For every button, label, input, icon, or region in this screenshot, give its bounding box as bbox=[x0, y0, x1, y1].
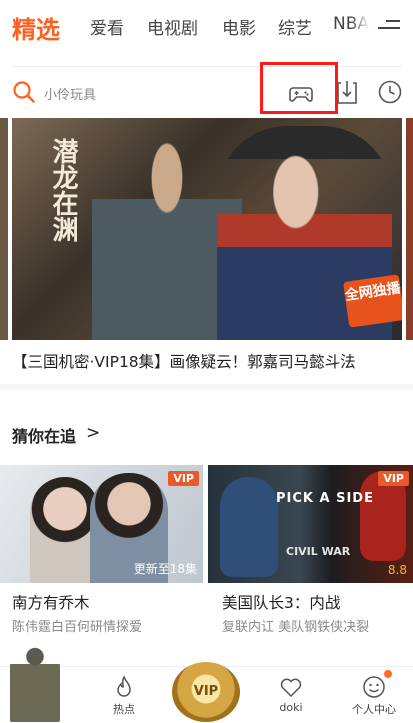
tabbar-hot[interactable]: 热点 bbox=[84, 667, 164, 723]
poster-figure bbox=[220, 477, 278, 577]
smiley-icon bbox=[363, 676, 385, 698]
poster-text: CIVIL WAR bbox=[286, 545, 351, 558]
tabbar-label: doki bbox=[279, 701, 303, 714]
card-title-1[interactable]: 南方有乔木 bbox=[12, 591, 90, 613]
rating-score: 8.8 bbox=[387, 563, 407, 577]
tab-variety[interactable]: 综艺 bbox=[278, 14, 312, 39]
flame-icon bbox=[117, 675, 131, 697]
menu-icon[interactable] bbox=[378, 20, 400, 36]
game-promo-figure[interactable] bbox=[10, 646, 60, 722]
tab-featured[interactable]: 精选 bbox=[12, 10, 60, 45]
search-row: 小伶玩具 bbox=[0, 62, 413, 116]
banner-next-peek[interactable] bbox=[406, 118, 413, 340]
notification-dot bbox=[384, 670, 392, 678]
tabbar-vip[interactable]: VIP bbox=[172, 662, 240, 722]
search-input[interactable]: 小伶玩具 bbox=[44, 84, 96, 103]
tab-tv-series[interactable]: 电视剧 bbox=[147, 14, 198, 39]
card-title-2[interactable]: 美国队长3：内战 bbox=[222, 591, 340, 613]
tab-movies[interactable]: 电影 bbox=[222, 14, 256, 39]
banner-caption[interactable]: 【三国机密·VIP18集】画像疑云！郭嘉司马懿斗法 bbox=[12, 350, 356, 372]
doki-icon bbox=[280, 678, 302, 698]
tabbar-profile[interactable]: 个人中心 bbox=[334, 667, 413, 723]
download-icon[interactable] bbox=[336, 79, 358, 105]
tab-fade bbox=[350, 10, 370, 42]
card-thumbnail-1[interactable]: VIP 更新至18集 bbox=[0, 465, 203, 583]
episode-status: 更新至18集 bbox=[133, 562, 197, 576]
card-subtitle-2: 复联内讧 美队钢铁侠决裂 bbox=[222, 620, 370, 635]
poster-text: PICK A SIDE bbox=[276, 491, 374, 506]
divider bbox=[12, 66, 402, 67]
vip-badge: VIP bbox=[378, 471, 409, 486]
section-gap bbox=[0, 384, 413, 390]
exclusive-badge: 全网独播 bbox=[343, 274, 402, 328]
banner-title-art: 潜龙在渊 bbox=[48, 138, 78, 242]
history-icon[interactable] bbox=[377, 79, 403, 105]
tab-aikan[interactable]: 爱看 bbox=[90, 14, 124, 39]
banner-prev-peek[interactable] bbox=[0, 118, 8, 340]
search-icon[interactable] bbox=[12, 80, 36, 104]
gamepad-icon[interactable] bbox=[288, 80, 314, 106]
tabbar-label: 热点 bbox=[113, 703, 135, 716]
card-subtitle-1: 陈伟霆白百何研情探爱 bbox=[12, 620, 143, 635]
section-title[interactable]: 猜你在追 bbox=[12, 423, 76, 447]
banner-image[interactable]: 潜龙在渊 全网独播 bbox=[12, 118, 402, 340]
card-thumbnail-2[interactable]: PICK A SIDE CIVIL WAR VIP 8.8 bbox=[208, 465, 413, 583]
vip-badge: VIP bbox=[168, 471, 199, 486]
top-nav: 精选 爱看 电视剧 电影 综艺 NBA bbox=[0, 0, 413, 62]
tabbar-label: 个人中心 bbox=[352, 703, 396, 716]
tabbar-doki[interactable]: doki bbox=[251, 667, 331, 723]
chevron-right-icon[interactable]: > bbox=[86, 423, 100, 443]
